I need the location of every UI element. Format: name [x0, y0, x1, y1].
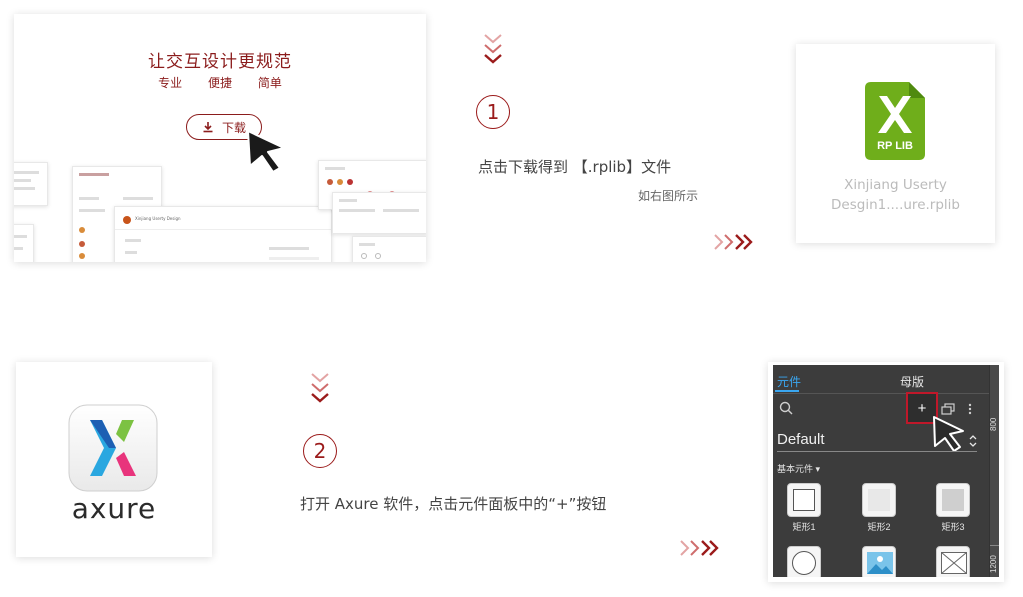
axure-x-icon	[68, 404, 158, 492]
vertical-ruler: 800 1200	[989, 365, 999, 577]
rplib-badge: RP LIB	[877, 140, 913, 152]
chevron-right-icon	[680, 540, 719, 556]
tag-professional: 专业	[158, 76, 183, 90]
step-2-number: 2	[303, 434, 337, 468]
pointer-cursor-icon	[933, 416, 964, 452]
mini-page-right-mid	[332, 192, 426, 234]
rplib-file-name: Xinjiang Userty Desgin1....ure.rplib	[796, 175, 995, 215]
mini-page-right-bottom	[352, 236, 426, 262]
rplib-file-icon: RP LIB	[865, 82, 925, 160]
mini-page-left	[14, 162, 48, 206]
chevron-right-icon	[714, 234, 753, 250]
step-2-text: 打开 Axure 软件，点击元件面板中的“+”按钮	[300, 495, 607, 513]
mini-page-main: Xinjiang Userty Design	[114, 206, 332, 262]
step-1-text: 点击下载得到 【.rplib】文件	[478, 158, 672, 176]
axure-wordmark: axure	[71, 492, 157, 525]
widget-ellipse[interactable]	[787, 546, 821, 577]
website-preview-card: 让交互设计更规范 专业 便捷 简单 下载 Xinjiang Userty Des…	[14, 14, 426, 262]
file-name-line-1: Xinjiang Userty	[844, 177, 947, 193]
widget-label-2: 矩形2	[867, 522, 891, 532]
widget-label-3: 矩形3	[941, 522, 965, 532]
chevron-down-icon	[484, 34, 502, 64]
step-1-subtext: 如右图所示	[638, 189, 699, 203]
image-icon	[867, 552, 893, 574]
step-1-number: 1	[476, 95, 510, 129]
rplib-file-card[interactable]: RP LIB Xinjiang Userty Desgin1....ure.rp…	[796, 44, 995, 243]
search-icon[interactable]	[779, 401, 793, 415]
widget-rectangle-3[interactable]	[936, 483, 970, 517]
library-dropdown[interactable]: Default	[777, 431, 825, 448]
hero-tags: 专业 便捷 简单	[14, 74, 426, 91]
mini-page-caption: Xinjiang Userty Design	[135, 216, 181, 221]
widget-placeholder[interactable]	[936, 546, 970, 577]
basic-widgets-category[interactable]: 基本元件 ▾	[777, 462, 820, 475]
widget-image[interactable]	[862, 546, 896, 577]
file-name-line-2: Desgin1....ure.rplib	[831, 197, 960, 213]
download-icon	[203, 122, 213, 133]
tab-divider	[773, 393, 991, 394]
axure-logo-card: axure	[16, 362, 212, 557]
axure-panel-screenshot: 元件 母版 + Default 基本元件 ▾ 矩形1 矩形2 矩形3 800 1…	[768, 362, 1004, 582]
chevron-down-icon	[311, 373, 329, 403]
active-tab-indicator	[775, 390, 799, 392]
widgets-panel: 元件 母版 + Default 基本元件 ▾ 矩形1 矩形2 矩形3 800 1…	[773, 365, 999, 577]
tab-widgets[interactable]: 元件	[777, 373, 801, 390]
more-options-icon[interactable]	[967, 403, 973, 415]
dropdown-underline	[777, 451, 977, 452]
tag-convenient: 便捷	[207, 76, 232, 90]
mini-page-left-bottom	[14, 224, 34, 262]
tag-simple: 简单	[257, 76, 282, 90]
copy-icon[interactable]	[941, 403, 955, 415]
widget-label-1: 矩形1	[792, 522, 816, 532]
mouse-cursor-icon	[247, 130, 285, 173]
placeholder-icon	[941, 552, 967, 574]
widget-rectangle-2[interactable]	[862, 483, 896, 517]
chevron-updown-icon[interactable]	[969, 434, 977, 448]
widget-rectangle-1[interactable]	[787, 483, 821, 517]
download-label: 下载	[221, 120, 246, 135]
ruler-mark-800: 800	[989, 417, 998, 431]
tab-masters[interactable]: 母版	[900, 373, 924, 390]
ruler-mark-1200: 1200	[989, 555, 998, 573]
hero-title: 让交互设计更规范	[148, 52, 292, 72]
